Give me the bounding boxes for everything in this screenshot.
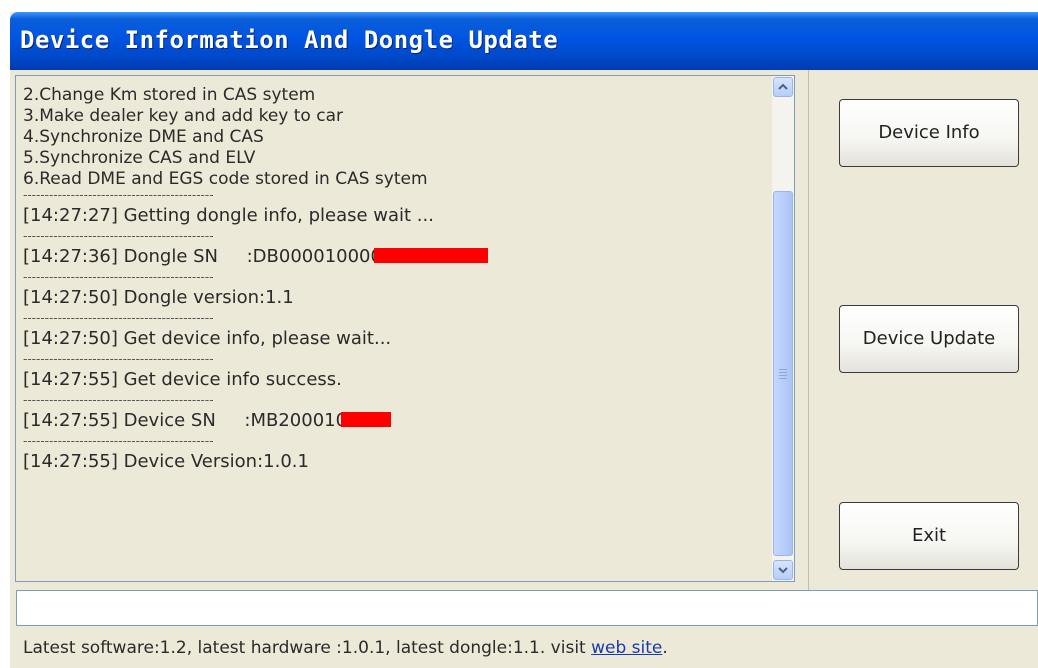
log-entry-text: [14:27:55] Device SN :MB200010 bbox=[23, 410, 348, 431]
status-text: Latest software:1.2, latest hardware :1.… bbox=[23, 638, 592, 658]
log-entry: [14:27:27] Getting dongle info, please w… bbox=[23, 205, 434, 226]
log-entry: [14:27:55] Get device info success. bbox=[23, 369, 342, 390]
web-site-link[interactable]: web site bbox=[591, 638, 662, 658]
log-entry-text: [14:27:36] Dongle SN :DB000010000 bbox=[23, 246, 382, 267]
log-separator: ----------------------------------------… bbox=[23, 395, 214, 406]
log-separator: ----------------------------------------… bbox=[23, 231, 214, 242]
log-separator: ----------------------------------------… bbox=[23, 354, 214, 365]
scroll-down-button[interactable] bbox=[773, 560, 793, 580]
log-intro-line: 5.Synchronize CAS and ELV bbox=[23, 148, 256, 168]
redaction-mark bbox=[341, 411, 392, 427]
log-separator: ----------------------------------------… bbox=[23, 436, 214, 447]
command-input[interactable] bbox=[16, 590, 1038, 626]
exit-button[interactable]: Exit bbox=[839, 502, 1019, 570]
log-entry-device-sn: [14:27:55] Device SN :MB200010 bbox=[23, 406, 758, 436]
title-bar[interactable]: Device Information And Dongle Update bbox=[10, 12, 1038, 70]
status-suffix: . bbox=[662, 638, 668, 658]
scrollbar-thumb[interactable] bbox=[773, 191, 793, 556]
redaction-mark bbox=[373, 247, 488, 263]
log-separator: ----------------------------------------… bbox=[23, 313, 214, 324]
log-output-box[interactable]: 2.Change Km stored in CAS sytem 3.Make d… bbox=[15, 75, 795, 582]
device-info-button[interactable]: Device Info bbox=[839, 99, 1019, 167]
thumb-grip-line bbox=[779, 369, 787, 370]
scroll-up-button[interactable] bbox=[773, 77, 793, 97]
log-intro-line: 2.Change Km stored in CAS sytem bbox=[23, 85, 316, 105]
log-entry: [14:27:55] Device Version:1.0.1 bbox=[23, 451, 309, 472]
thumb-grip-line bbox=[779, 378, 787, 379]
log-separator: ----------------------------------------… bbox=[23, 272, 214, 283]
window-title: Device Information And Dongle Update bbox=[20, 26, 559, 54]
log-intro-line: 4.Synchronize DME and CAS bbox=[23, 127, 264, 147]
chevron-down-icon bbox=[778, 567, 788, 574]
app-window: Device Information And Dongle Update 2.C… bbox=[10, 12, 1038, 668]
log-separator: ----------------------------------------… bbox=[23, 190, 214, 201]
log-text-area[interactable]: 2.Change Km stored in CAS sytem 3.Make d… bbox=[23, 85, 758, 579]
status-line: Latest software:1.2, latest hardware :1.… bbox=[23, 638, 668, 658]
log-entry: [14:27:50] Get device info, please wait.… bbox=[23, 328, 392, 349]
log-intro-line: 3.Make dealer key and add key to car bbox=[23, 106, 343, 126]
window-content: 2.Change Km stored in CAS sytem 3.Make d… bbox=[10, 70, 1038, 668]
log-entry-dongle-sn: [14:27:36] Dongle SN :DB000010000 bbox=[23, 242, 758, 272]
device-update-button[interactable]: Device Update bbox=[839, 305, 1019, 373]
log-intro-line: 6.Read DME and EGS code stored in CAS sy… bbox=[23, 169, 428, 189]
thumb-grip-line bbox=[779, 372, 787, 373]
chevron-up-icon bbox=[778, 83, 788, 90]
thumb-grip-line bbox=[779, 375, 787, 376]
vertical-scrollbar[interactable] bbox=[772, 76, 794, 581]
log-entry: [14:27:50] Dongle version:1.1 bbox=[23, 287, 294, 308]
